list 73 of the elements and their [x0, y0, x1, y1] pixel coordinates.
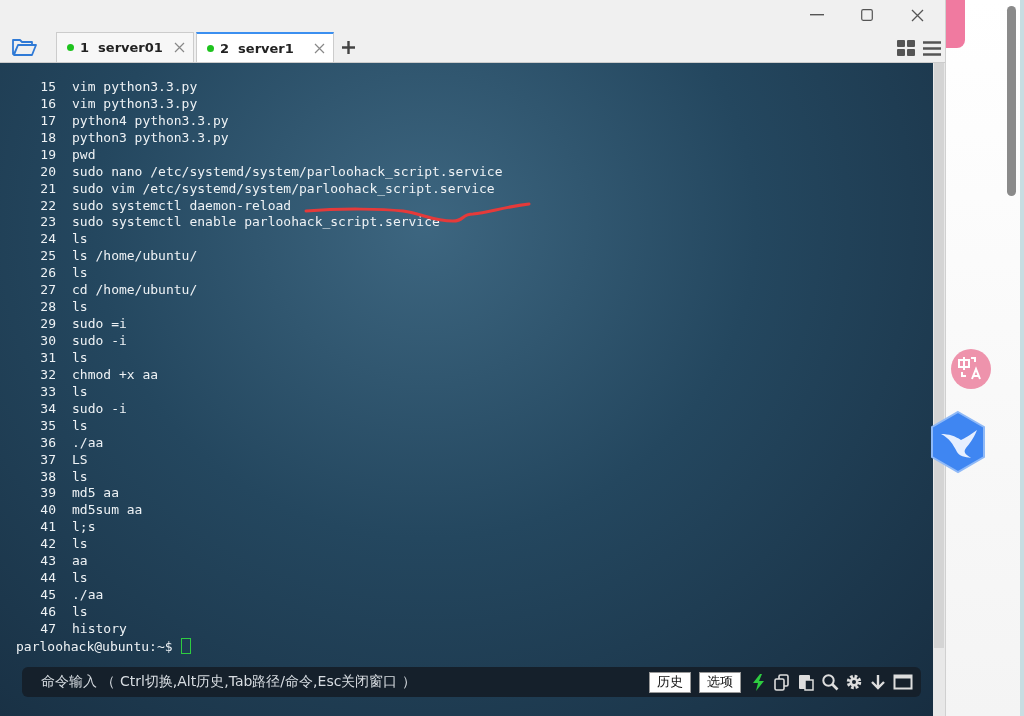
command-text: LS [72, 451, 88, 467]
line-number: 38 [39, 468, 56, 484]
command-text: ls [72, 417, 88, 433]
line-number: 24 [39, 231, 56, 247]
command-text: ls [72, 570, 88, 586]
line-number: 22 [39, 197, 56, 213]
line-number: 23 [39, 214, 56, 230]
session-tab[interactable]: 2 server1 [196, 32, 334, 62]
line-number: 17 [39, 112, 56, 128]
line-number: 37 [39, 451, 56, 467]
line-number: 45 [39, 587, 56, 603]
command-text: vim python3.3.py [72, 95, 198, 111]
command-text: ls [72, 604, 88, 620]
command-text: ls [72, 383, 88, 399]
line-number: 36 [39, 434, 56, 450]
command-text: sudo systemctl enable parloohack_script.service [72, 214, 440, 230]
line-number: 33 [39, 383, 56, 399]
command-text: sudo -i [72, 400, 127, 416]
command-text: python3 python3.3.py [72, 129, 229, 145]
command-text: l;s [72, 519, 96, 535]
line-number: 29 [39, 316, 56, 332]
line-number: 30 [39, 333, 56, 349]
command-text: ./aa [72, 434, 104, 450]
line-number: 28 [39, 299, 56, 315]
line-number: 20 [39, 163, 56, 179]
command-text: md5 aa [72, 485, 119, 501]
command-text: sudo systemctl daemon-reload [72, 197, 292, 213]
line-number: 25 [39, 248, 56, 264]
command-text: ls [72, 349, 88, 365]
line-number: 34 [39, 400, 56, 416]
line-number: 39 [39, 485, 56, 501]
line-number: 32 [39, 366, 56, 382]
line-number: 43 [39, 553, 56, 569]
command-text: pwd [72, 146, 96, 162]
bar-button[interactable]: 历史 [649, 671, 691, 693]
line-number: 19 [39, 146, 56, 162]
command-hint: 命令输入 （ Ctrl切换,Alt历史,Tab路径/命令,Esc关闭窗口 ） [41, 673, 417, 691]
shell-prompt: parloohack@ubuntu:~$ [16, 638, 173, 654]
command-text: sudo =i [72, 316, 127, 332]
line-number: 26 [39, 265, 56, 281]
line-number: 27 [39, 282, 56, 298]
command-text: ls [72, 231, 88, 247]
line-number: 35 [39, 417, 56, 433]
line-number: 21 [39, 180, 56, 196]
command-text: sudo -i [72, 333, 127, 349]
command-text: ls [72, 468, 88, 484]
command-text: ls /home/ubuntu/ [72, 248, 198, 264]
command-text: chmod +x aa [72, 366, 159, 382]
line-number: 31 [39, 349, 56, 365]
line-number: 47 [39, 620, 56, 636]
line-number: 40 [39, 502, 56, 518]
session-tab[interactable]: 1 server01 [56, 32, 194, 62]
command-text: sudo nano /etc/systemd/system/parloohack_script.service [72, 163, 503, 179]
command-text: cd /home/ubuntu/ [72, 282, 198, 298]
line-number: 44 [39, 570, 56, 586]
command-text: ls [72, 536, 88, 552]
line-number: 15 [39, 78, 56, 94]
command-input-bar[interactable]: 命令输入 （ Ctrl切换,Alt历史,Tab路径/命令,Esc关闭窗口 ） 历史 选项 [22, 667, 921, 697]
command-text: vim python3.3.py [72, 78, 198, 94]
command-text: ./aa [72, 587, 104, 603]
line-number: 18 [39, 129, 56, 145]
command-text: python4 python3.3.py [72, 112, 229, 128]
line-number: 46 [39, 604, 56, 620]
bar-button[interactable]: 选项 [699, 671, 741, 693]
command-text: history [72, 620, 127, 636]
command-text: ls [72, 299, 88, 315]
line-number: 16 [39, 95, 56, 111]
line-number: 42 [39, 536, 56, 552]
command-text: aa [72, 553, 88, 569]
line-number: 41 [39, 519, 56, 535]
command-text: md5sum aa [72, 502, 143, 518]
command-text: ls [72, 265, 88, 281]
command-text: sudo vim /etc/systemd/system/parloohack_script.service [72, 180, 495, 196]
